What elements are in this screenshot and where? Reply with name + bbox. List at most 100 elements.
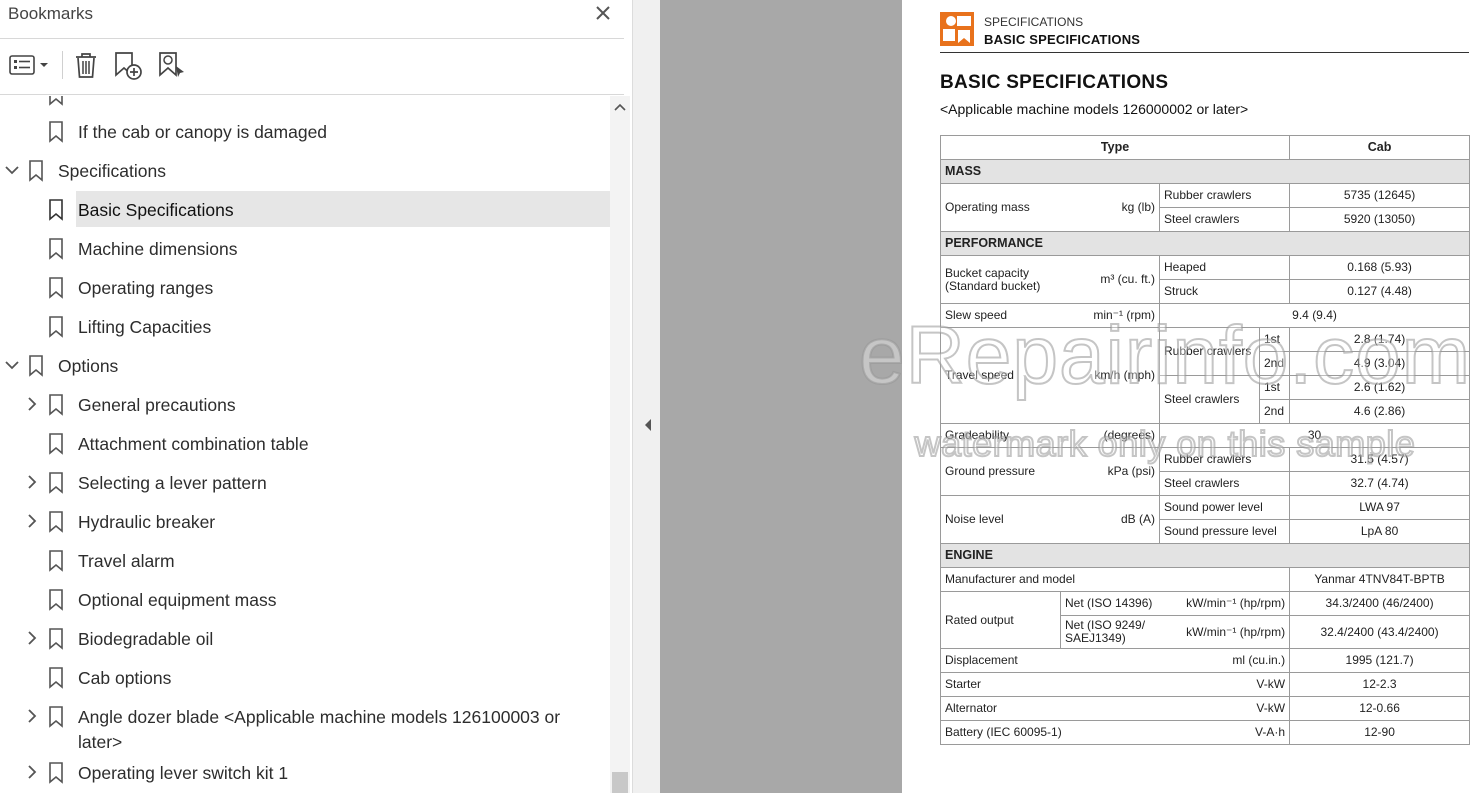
chevron-right-icon[interactable]: [23, 512, 41, 530]
page-subtitle: <Applicable machine models 126000002 or …: [940, 101, 1249, 117]
table-row: Operating mass kg (lb) Rubber crawlers 5…: [940, 183, 1471, 232]
bookmark-icon: [49, 121, 63, 143]
cell-value: 1995 (121.7): [1289, 648, 1471, 673]
cell-value: 0.168 (5.93): [1289, 255, 1471, 280]
cell-value: 12-90: [1289, 720, 1471, 745]
cell-value: 4.6 (2.86): [1289, 399, 1471, 424]
bookmark-item[interactable]: Lifting Capacities: [0, 308, 610, 344]
bookmark-item[interactable]: Operating ranges: [0, 269, 610, 305]
cell-unit: kW/min⁻¹ (hp/rpm): [1159, 615, 1291, 649]
col-type-header: Type: [939, 135, 1291, 160]
cell-unit: V-kW: [1159, 696, 1291, 721]
cell-value: Yanmar 4TNV84T-BPTB: [1289, 567, 1471, 592]
table-row: Alternator V-kW 12-0.66: [940, 696, 1471, 721]
bookmark-item[interactable]: Angle dozer blade <Applicable machine mo…: [0, 698, 610, 756]
bookmark-item[interactable]: Operating lever switch kit 1: [0, 754, 610, 790]
cell-value: 12-0.66: [1289, 696, 1471, 721]
bookmark-item[interactable]: Biodegradable oil: [0, 620, 610, 656]
bookmark-icon: [49, 277, 63, 299]
cell-value: 30: [1158, 423, 1471, 448]
bookmark-item[interactable]: Optional equipment mass: [0, 581, 610, 617]
bookmark-item-partial[interactable]: [0, 96, 610, 112]
bookmark-label: Angle dozer blade <Applicable machine mo…: [78, 707, 561, 752]
bookmark-item[interactable]: Selecting a lever pattern: [0, 464, 610, 500]
chevron-down-icon[interactable]: [3, 356, 21, 374]
bookmark-label: Operating ranges: [78, 278, 214, 298]
cell-value: 5920 (13050): [1289, 207, 1471, 232]
bookmark-icon: [49, 706, 63, 728]
bookmark-icon: [29, 160, 43, 182]
cell-value: LpA 80: [1289, 519, 1471, 544]
table-row: Noise level dB (A) Sound power level LWA…: [940, 495, 1471, 544]
bookmarks-panel: Bookmarks If the cab or canopy is damage…: [0, 0, 632, 793]
chevron-down-icon[interactable]: [3, 161, 21, 179]
cell-value: 34.3/2400 (46/2400): [1289, 591, 1471, 616]
bookmark-item[interactable]: General precautions: [0, 386, 610, 422]
list-options-icon[interactable]: [8, 50, 50, 80]
panel-splitter[interactable]: [632, 0, 660, 793]
bookmark-icon: [49, 550, 63, 572]
chevron-right-icon[interactable]: [23, 763, 41, 781]
chevron-right-icon[interactable]: [23, 395, 41, 413]
header-rule: [940, 52, 1469, 53]
bookmark-label: Specifications: [58, 161, 166, 181]
close-icon[interactable]: [592, 2, 614, 24]
cell-label: Rated output: [940, 591, 1061, 649]
cell-value: 9.4 (9.4): [1158, 303, 1471, 328]
cell-gear: 2nd: [1258, 399, 1291, 424]
bookmark-item[interactable]: Attachment combination table: [0, 425, 610, 461]
chevron-right-icon[interactable]: [23, 473, 41, 491]
bookmark-item[interactable]: Travel alarm: [0, 542, 610, 578]
cell-unit: V-A·h: [1159, 720, 1291, 745]
cell-sub: Rubber crawlers: [1158, 447, 1291, 472]
bookmark-item[interactable]: Cab options: [0, 659, 610, 695]
find-bookmark-icon[interactable]: [156, 50, 188, 80]
header-section-label: SPECIFICATIONS: [984, 15, 1084, 29]
panel-divider: [0, 38, 624, 39]
scrollbar-thumb[interactable]: [612, 772, 628, 793]
cell-unit: m³ (cu. ft.): [1060, 255, 1160, 304]
cell-unit: ml (cu.in.): [1159, 648, 1291, 673]
cell-value: 5735 (12645): [1289, 183, 1471, 208]
bookmark-label: Cab options: [78, 668, 172, 688]
bookmark-label: Travel alarm: [78, 551, 175, 571]
add-bookmark-icon[interactable]: [112, 50, 144, 80]
chevron-right-icon[interactable]: [23, 629, 41, 647]
bookmark-icon: [49, 472, 63, 494]
section-row: ENGINE: [939, 543, 1471, 568]
bookmark-icon: [49, 316, 63, 338]
bookmark-item[interactable]: Specifications: [0, 152, 610, 188]
table-row: Battery (IEC 60095-1) V-A·h 12-90: [940, 720, 1471, 745]
cell-sub: Steel crawlers: [1158, 471, 1291, 496]
cell-value: 2.6 (1.62): [1289, 375, 1471, 400]
bookmark-item[interactable]: Machine dimensions: [0, 230, 610, 266]
bookmark-icon: [29, 355, 43, 377]
chevron-right-icon[interactable]: [23, 707, 41, 725]
bookmark-item[interactable]: Options: [0, 347, 610, 383]
bookmark-icon: [49, 238, 63, 260]
bookmark-item[interactable]: Basic Specifications: [0, 191, 610, 227]
cell-value: 0.127 (4.48): [1289, 279, 1471, 304]
scroll-up-icon[interactable]: [614, 102, 626, 112]
bookmarks-toolbar: [0, 44, 624, 88]
header-subsection-label: BASIC SPECIFICATIONS: [984, 32, 1141, 47]
trash-icon[interactable]: [72, 50, 100, 80]
cell-label: Bucket capacity (Standard bucket): [940, 255, 1061, 304]
bookmark-label: Selecting a lever pattern: [78, 473, 267, 493]
bookmark-item[interactable]: Hydraulic breaker: [0, 503, 610, 539]
cell-label: Operating mass: [940, 183, 1118, 232]
cell-label: Displacement: [940, 648, 1160, 673]
bookmarks-scrollbar[interactable]: [610, 96, 630, 793]
cell-unit: V-kW: [1159, 672, 1291, 697]
toolbar-divider: [0, 94, 624, 95]
cell-label: Starter: [940, 672, 1160, 697]
cell-unit: kW/min⁻¹ (hp/rpm): [1159, 591, 1291, 616]
cell-sub: Struck: [1158, 279, 1291, 304]
bookmark-label: Operating lever switch kit 1: [78, 763, 289, 783]
bookmark-icon: [49, 511, 63, 533]
bookmark-item[interactable]: If the cab or canopy is damaged: [0, 113, 610, 149]
cell-unit: km/h (mph): [1060, 327, 1160, 424]
collapse-panel-icon[interactable]: [644, 418, 652, 432]
cell-sub: Steel crawlers: [1159, 375, 1260, 424]
cell-sub: Rubber crawlers: [1158, 183, 1291, 208]
